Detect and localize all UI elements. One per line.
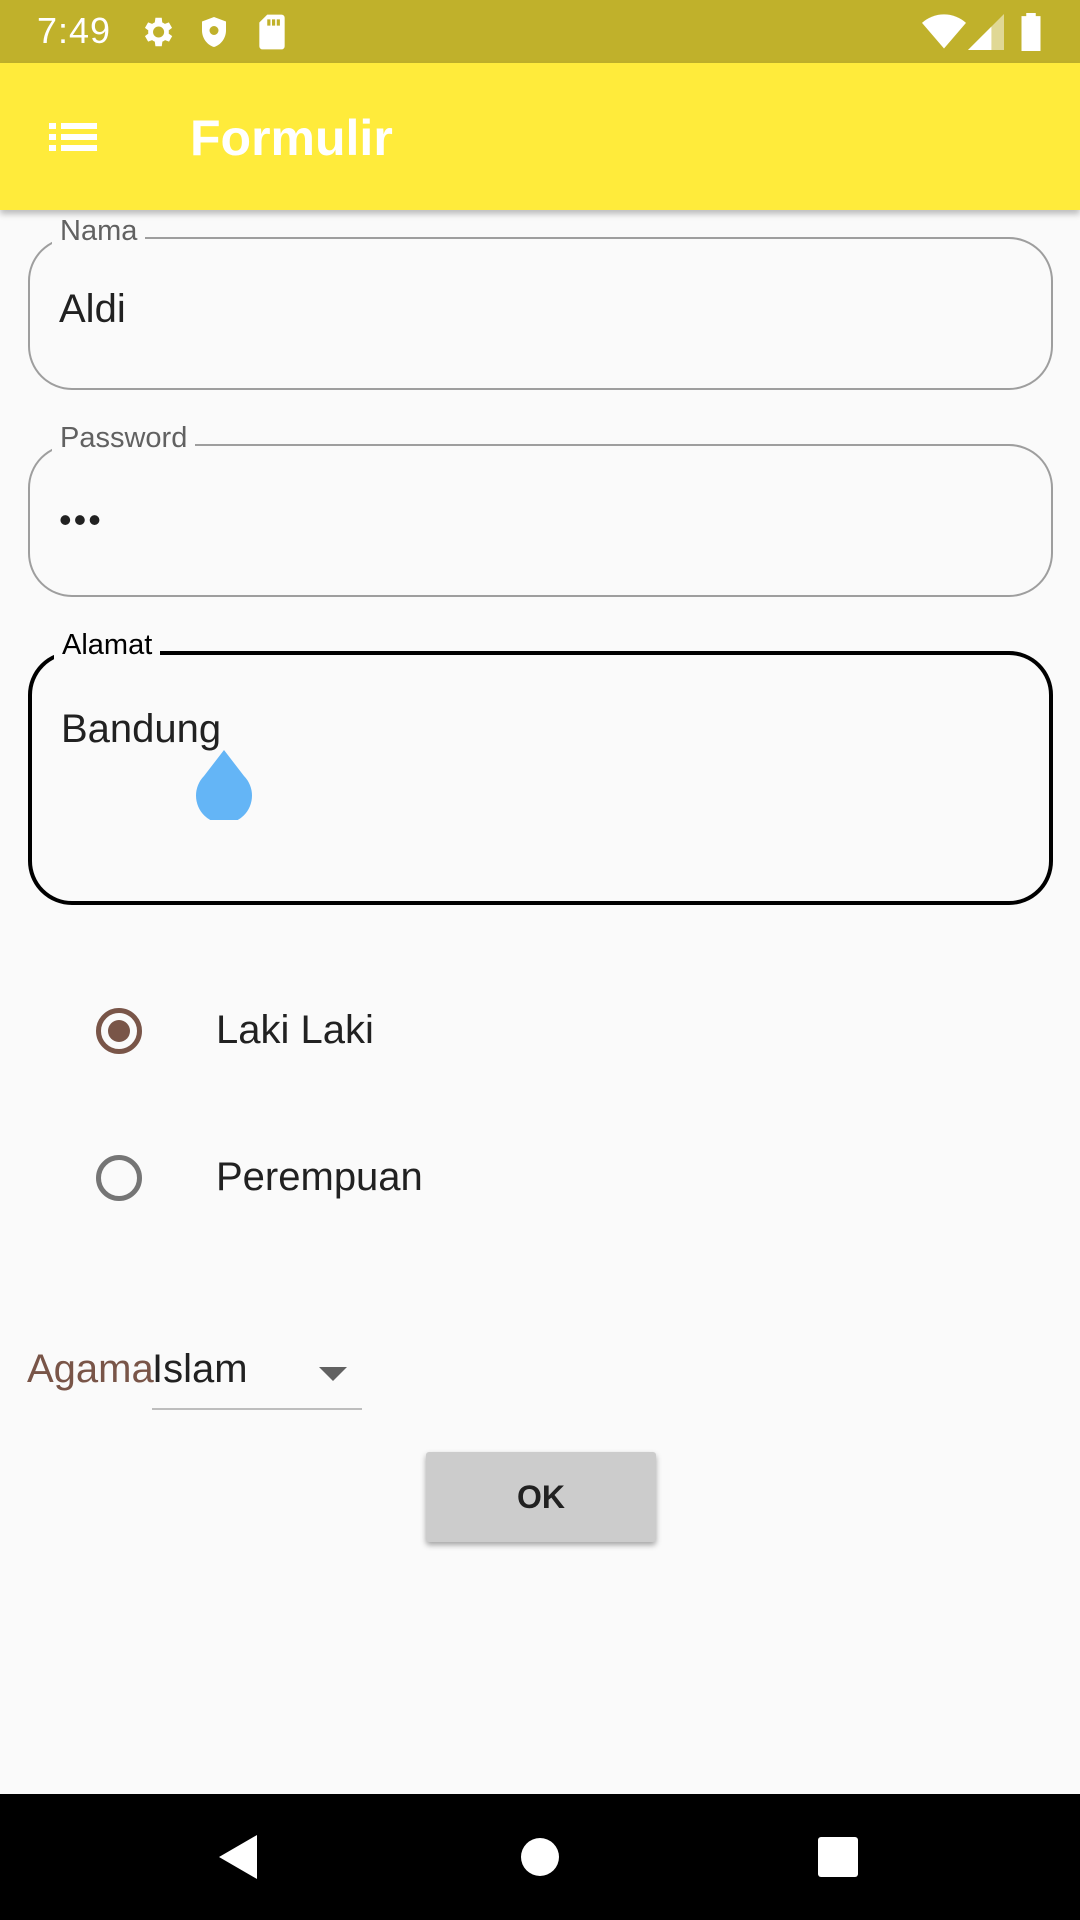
agama-label: Agama	[27, 1347, 154, 1391]
nama-field[interactable]: Nama Aldi	[28, 213, 1053, 390]
home-icon[interactable]	[512, 1829, 568, 1885]
signal-icon	[968, 14, 1004, 50]
agama-selected-value: Islam	[152, 1347, 248, 1391]
recents-icon[interactable]	[810, 1829, 866, 1885]
password-input[interactable]: •••	[59, 496, 103, 544]
alamat-input[interactable]: Bandung	[61, 705, 221, 753]
sd-card-icon	[259, 14, 285, 50]
text-cursor-handle[interactable]	[194, 748, 254, 820]
status-time: 7:49	[37, 10, 112, 51]
app-bar: Formulir	[0, 63, 1080, 210]
list-icon	[49, 123, 97, 151]
battery-icon	[1021, 13, 1041, 51]
radio-laki-laki[interactable]: Laki Laki	[90, 986, 690, 1076]
password-label: Password	[52, 420, 196, 456]
alamat-field[interactable]: Alamat Bandung	[28, 627, 1053, 905]
radio-label: Laki Laki	[216, 1008, 374, 1052]
alamat-label: Alamat	[54, 627, 161, 663]
nama-label: Nama	[52, 213, 146, 249]
page-title: Formulir	[190, 110, 393, 166]
radio-unchecked-icon[interactable]	[96, 1155, 142, 1201]
radio-checked-icon[interactable]	[96, 1008, 142, 1054]
ok-button[interactable]: OK	[426, 1452, 656, 1542]
status-bar: 7:49	[0, 0, 1080, 63]
password-field[interactable]: Password •••	[28, 420, 1053, 597]
menu-button[interactable]	[30, 106, 116, 168]
wifi-icon	[922, 14, 966, 49]
agama-dropdown[interactable]: Islam	[152, 1335, 362, 1410]
nama-input[interactable]: Aldi	[59, 285, 126, 333]
radio-label: Perempuan	[216, 1155, 423, 1199]
navigation-bar	[0, 1794, 1080, 1920]
radio-perempuan[interactable]: Perempuan	[90, 1133, 690, 1223]
dropdown-arrow-icon	[319, 1367, 347, 1381]
shield-icon	[202, 17, 226, 47]
gear-icon	[144, 17, 173, 47]
back-icon[interactable]	[211, 1829, 267, 1885]
